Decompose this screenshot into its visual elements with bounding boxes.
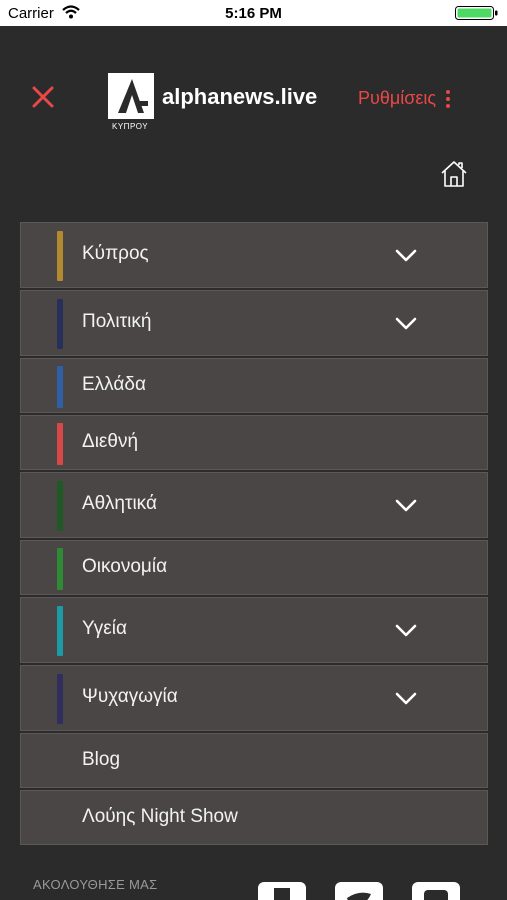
menu-item-2[interactable]: Ελλάδα bbox=[20, 358, 488, 413]
menu-item-6[interactable]: Υγεία bbox=[20, 597, 488, 663]
category-color-bar bbox=[57, 366, 63, 408]
battery-icon bbox=[455, 6, 498, 20]
menu-item-0[interactable]: Κύπρος bbox=[20, 222, 488, 288]
category-color-bar bbox=[57, 606, 63, 656]
youtube-icon bbox=[424, 890, 448, 900]
settings-button[interactable]: Ρυθμίσεις bbox=[358, 88, 451, 109]
chevron-down-icon[interactable] bbox=[395, 624, 417, 638]
settings-label: Ρυθμίσεις bbox=[358, 88, 437, 108]
menu-item-1[interactable]: Πολιτική bbox=[20, 290, 488, 356]
menu-item-5[interactable]: Οικονομία bbox=[20, 540, 488, 595]
logo-text: alphanews.live bbox=[162, 84, 318, 109]
alphanews-logo-icon bbox=[108, 73, 154, 119]
menu-item-label: Λούης Night Show bbox=[82, 806, 238, 827]
menu-item-3[interactable]: Διεθνή bbox=[20, 415, 488, 470]
menu-item-label: Αθλητικά bbox=[82, 493, 157, 514]
chevron-down-icon[interactable] bbox=[395, 692, 417, 706]
youtube-button[interactable] bbox=[412, 882, 460, 900]
menu-item-9[interactable]: Λούης Night Show bbox=[20, 790, 488, 845]
home-button[interactable] bbox=[440, 160, 468, 188]
chevron-down-icon[interactable] bbox=[395, 317, 417, 331]
menu-item-label: Blog bbox=[82, 749, 121, 770]
category-color-bar bbox=[57, 423, 63, 465]
chevron-down-icon[interactable] bbox=[395, 499, 417, 513]
close-icon bbox=[32, 86, 54, 108]
facebook-icon bbox=[274, 888, 290, 900]
category-color-bar bbox=[57, 674, 63, 724]
menu-item-label: Ψυχαγωγία bbox=[82, 686, 178, 707]
menu-item-label: Διεθνή bbox=[82, 431, 139, 452]
category-color-bar bbox=[57, 299, 63, 349]
follow-us-label: ΑΚΟΛΟΥΘΗΣΕ ΜΑΣ bbox=[33, 877, 158, 892]
menu-item-label: Πολιτική bbox=[82, 311, 152, 332]
logo-subtitle: ΚΥΠΡΟΥ bbox=[112, 122, 149, 131]
menu-item-label: Ελλάδα bbox=[82, 374, 146, 395]
kebab-menu-icon bbox=[446, 89, 451, 108]
category-menu: Κύπρος Πολιτική Ελλάδα Διεθνή Αθλητικά Οικονο… bbox=[20, 222, 488, 845]
status-time: 5:16 PM bbox=[225, 5, 282, 22]
close-button[interactable] bbox=[30, 84, 56, 110]
menu-item-7[interactable]: Ψυχαγωγία bbox=[20, 665, 488, 731]
twitter-button[interactable] bbox=[335, 882, 383, 900]
menu-item-label: Κύπρος bbox=[82, 243, 149, 264]
chevron-down-icon[interactable] bbox=[395, 249, 417, 263]
menu-item-8[interactable]: Blog bbox=[20, 733, 488, 788]
home-icon bbox=[441, 161, 467, 187]
menu-item-label: Οικονομία bbox=[82, 556, 168, 577]
category-color-bar bbox=[57, 231, 63, 281]
category-color-bar bbox=[57, 548, 63, 590]
facebook-button[interactable] bbox=[258, 882, 306, 900]
status-bar: Carrier 5:16 PM bbox=[0, 0, 507, 26]
menu-item-4[interactable]: Αθλητικά bbox=[20, 472, 488, 538]
category-color-bar bbox=[57, 481, 63, 531]
menu-item-label: Υγεία bbox=[82, 618, 127, 639]
twitter-icon bbox=[347, 892, 371, 900]
